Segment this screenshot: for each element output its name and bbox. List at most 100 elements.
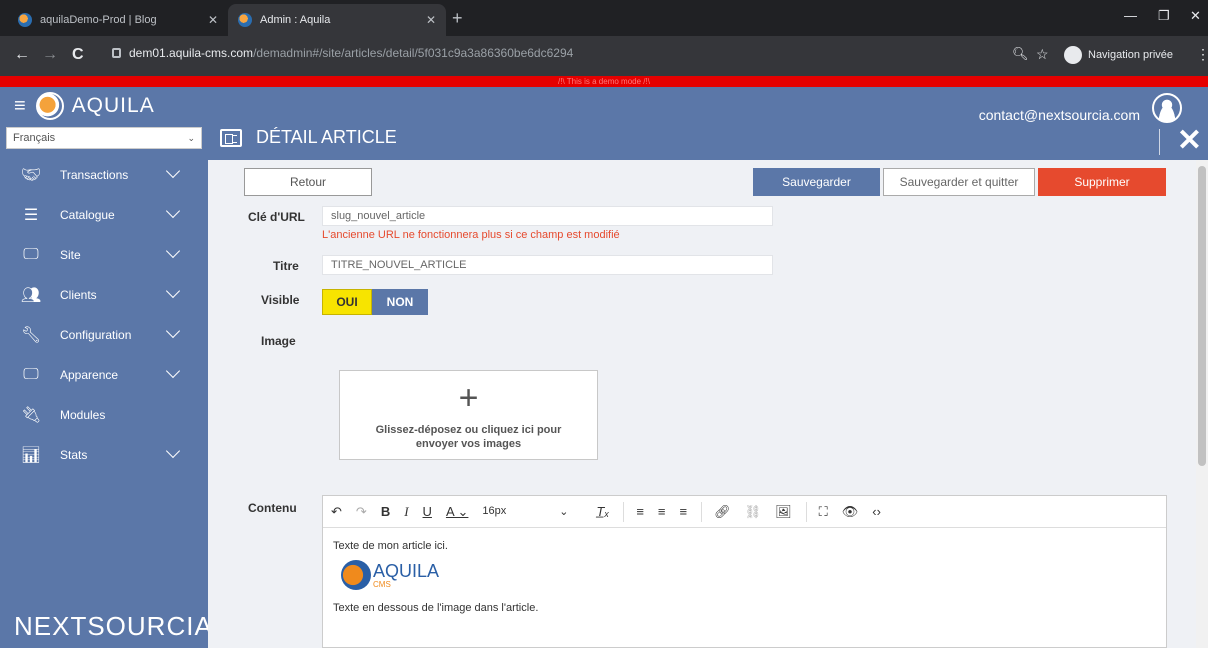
address-bar[interactable]: dem01.aquila-cms.com /demadmin#/site/art… (112, 46, 573, 60)
browser-tab-blog[interactable]: aquilaDemo-Prod | Blog ✕ (8, 4, 228, 36)
sidebar-item-clients[interactable]: 👥︎ Clients (0, 275, 208, 315)
new-tab-icon[interactable]: + (452, 8, 463, 29)
sidebar-item-label: Clients (60, 288, 97, 302)
dropzone-text: Glissez-déposez ou cliquez ici pour envo… (375, 424, 562, 450)
align-right-icon[interactable]: ≡ (680, 504, 688, 519)
preview-eye-icon[interactable]: 👁︎ (842, 504, 859, 520)
sidebar-item-transactions[interactable]: 🤝︎ Transactions (0, 155, 208, 195)
font-size-select[interactable]: 16px ⌄ (482, 505, 582, 518)
aquila-logo-icon (341, 560, 371, 590)
window-close-icon[interactable]: ✕ (1190, 8, 1201, 24)
sidebar-item-label: Stats (60, 448, 88, 462)
visible-label: Visible (261, 293, 300, 307)
save-button[interactable]: Sauvegarder (753, 168, 880, 196)
align-left-icon[interactable]: ≡ (636, 504, 644, 519)
private-browsing-indicator[interactable]: Navigation privée (1064, 43, 1173, 67)
clear-format-icon[interactable]: T̲ₓ (596, 504, 609, 519)
forward-arrow-icon[interactable]: → (42, 46, 58, 64)
close-icon[interactable]: ✕ (1177, 123, 1202, 158)
top-header: contact@nextsourcia.com DÉTAIL ARTICLE ✕ (208, 87, 1208, 160)
delete-button[interactable]: Supprimer (1038, 168, 1166, 196)
sidebar-item-configuration[interactable]: 🔧︎ Configuration (0, 315, 208, 355)
sidebar-item-catalogue[interactable]: ☰ Catalogue (0, 195, 208, 235)
sidebar-item-label: Apparence (60, 368, 119, 382)
title-input[interactable]: TITRE_NOUVEL_ARTICLE (322, 255, 773, 275)
wrench-icon: 🔧︎ (20, 327, 42, 344)
source-code-icon[interactable]: ‹› (872, 504, 881, 519)
sidebar-item-label: Transactions (60, 168, 129, 182)
reload-icon[interactable]: C (72, 46, 84, 64)
sidebar: ≡ AQUILA Français ⌄ 🤝︎ Transactions ☰ Ca… (0, 87, 212, 648)
menu-dots-icon[interactable]: ⋮ (1196, 46, 1208, 63)
hamburger-icon[interactable]: ≡ (14, 95, 26, 118)
chevron-down-icon (166, 248, 182, 258)
user-avatar-icon[interactable] (1152, 93, 1182, 123)
lock-icon (112, 48, 121, 58)
visible-yes-button[interactable]: OUI (322, 289, 372, 315)
back-arrow-icon[interactable]: ← (14, 46, 30, 64)
logo-text: AQUILA (373, 560, 440, 581)
page-title: DÉTAIL ARTICLE (220, 127, 397, 148)
restore-icon[interactable]: ❐ (1158, 8, 1170, 24)
fullscreen-icon[interactable]: ⛶ (819, 504, 828, 520)
language-select[interactable]: Français ⌄ (6, 127, 202, 149)
redo-icon[interactable]: ↷ (356, 504, 367, 520)
content-paragraph: Texte de mon article ici. (333, 540, 448, 552)
align-center-icon[interactable]: ≡ (658, 504, 666, 519)
toolbar-divider (701, 501, 703, 522)
chevron-down-icon: ⌄ (187, 132, 195, 143)
unlink-icon[interactable]: ⛓︎ (745, 504, 762, 520)
editor-content[interactable]: Texte de mon article ici. AQUILA CMS Tex… (323, 528, 1166, 634)
visible-toggle: OUI NON (322, 289, 428, 315)
bold-icon[interactable]: B (381, 504, 390, 519)
bar-chart-icon: 📊︎ (20, 447, 42, 464)
url-host: dem01.aquila-cms.com (129, 46, 254, 60)
text-color-icon[interactable]: A ⌄ (446, 504, 468, 520)
users-icon: 👥︎ (20, 287, 42, 304)
content-label: Contenu (248, 501, 297, 515)
sidebar-header: ≡ AQUILA (0, 87, 208, 125)
image-dropzone[interactable]: + Glissez-déposez ou cliquez ici pour en… (339, 370, 598, 460)
image-label: Image (261, 334, 296, 348)
toolbar-divider (623, 501, 625, 522)
link-icon[interactable]: 🔗︎ (714, 504, 731, 520)
page-scrollbar[interactable] (1196, 160, 1208, 648)
sidebar-item-label: Modules (60, 408, 106, 422)
language-value: Français (13, 132, 56, 144)
title-label: Titre (273, 259, 299, 273)
monitor-icon: 🖵︎ (23, 246, 39, 263)
chevron-down-icon (166, 208, 182, 218)
chevron-down-icon: ⌄ (559, 506, 569, 518)
image-icon[interactable]: 🖼︎ (775, 504, 792, 520)
article-icon (220, 128, 242, 147)
star-icon[interactable]: ☆ (1036, 46, 1049, 63)
browser-tab-admin[interactable]: Admin : Aquila ✕ (228, 4, 446, 36)
italic-icon[interactable]: I (404, 504, 408, 520)
demo-banner: /!\ This is a demo mode /!\ (0, 76, 1208, 87)
nextsourcia-logo: NEXTSOURCIA (14, 611, 213, 641)
chevron-down-icon (166, 448, 182, 458)
content-paragraph: Texte en dessous de l'image dans l'artic… (333, 602, 539, 614)
monitor-icon: 🖵︎ (23, 366, 39, 383)
tab-close-icon[interactable]: ✕ (208, 13, 218, 27)
plug-icon: 🔌︎ (20, 407, 42, 424)
sidebar-item-stats[interactable]: 📊︎ Stats (0, 435, 208, 475)
sidebar-item-modules[interactable]: 🔌︎ Modules (0, 395, 208, 435)
undo-icon[interactable]: ↶ (331, 504, 342, 520)
user-email[interactable]: contact@nextsourcia.com (979, 107, 1140, 123)
chevron-down-icon (166, 368, 182, 378)
sidebar-item-site[interactable]: 🖵︎ Site (0, 235, 208, 275)
url-key-input[interactable]: slug_nouvel_article (322, 206, 773, 226)
minimize-icon[interactable]: — (1124, 8, 1137, 23)
scrollbar-thumb[interactable] (1198, 166, 1206, 466)
visible-no-button[interactable]: NON (372, 289, 428, 315)
tab-close-icon[interactable]: ✕ (426, 13, 436, 27)
save-and-quit-button[interactable]: Sauvegarder et quitter (883, 168, 1035, 196)
sidebar-item-apparence[interactable]: 🖵︎ Apparence (0, 355, 208, 395)
favicon-icon (18, 13, 32, 27)
sidebar-menu: 🤝︎ Transactions ☰ Catalogue 🖵︎ Site 👥︎ C… (0, 155, 208, 475)
back-button[interactable]: Retour (244, 168, 372, 196)
zoom-icon[interactable]: 🔍︎ (1012, 46, 1029, 62)
sidebar-item-label: Configuration (60, 328, 132, 342)
underline-icon[interactable]: U (423, 504, 432, 519)
